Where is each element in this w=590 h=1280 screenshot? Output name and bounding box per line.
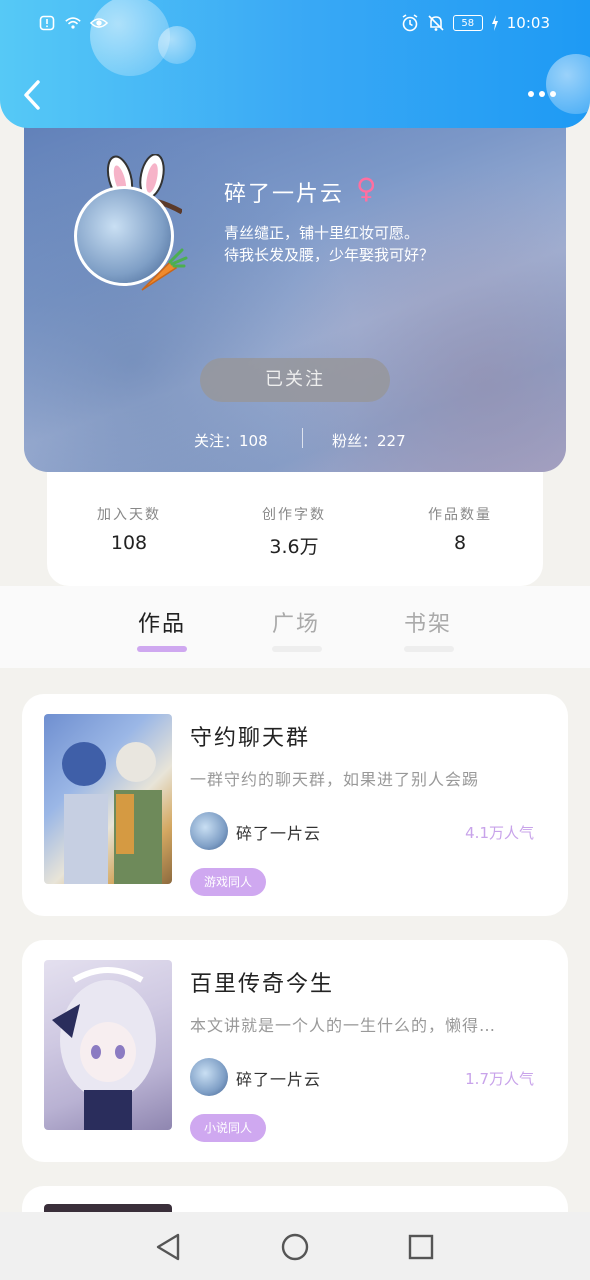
work-author: 碎了一片云: [236, 1070, 322, 1089]
battery-icon: 58: [452, 15, 483, 31]
profile-bio: 青丝缱正，铺十里红妆可愿。 待我长发及腰，少年娶我可好？: [224, 222, 434, 266]
bio-line: 待我长发及腰，少年娶我可好？: [224, 246, 435, 264]
fans-count[interactable]: 粉丝：227: [332, 430, 406, 451]
profile-username: 碎了一片云: [224, 182, 345, 207]
more-dots-icon: [539, 91, 545, 97]
alert-icon: [38, 14, 56, 32]
back-button[interactable]: [18, 76, 52, 114]
work-cover-image: [44, 960, 172, 1130]
chevron-left-icon: [18, 80, 48, 118]
work-description: 一群守约的聊天群，如果进了别人会踢: [190, 770, 480, 789]
author-avatar: [190, 812, 228, 850]
nav-recents-button[interactable]: [404, 1230, 438, 1264]
work-tag[interactable]: 游戏同人: [190, 868, 267, 896]
nav-back-button[interactable]: [152, 1230, 186, 1264]
tab-bookshelf[interactable]: 书架: [404, 606, 452, 638]
work-title: 百里传奇今生: [190, 972, 335, 997]
info-value: 108: [110, 532, 148, 554]
alarm-icon: [401, 14, 419, 32]
female-gender-icon: ♀: [356, 172, 377, 205]
info-word-count: 创作字数 3.6万: [224, 504, 364, 559]
carrot-icon: [141, 248, 188, 291]
eye-icon: [90, 14, 108, 32]
more-dots-icon: [528, 91, 534, 97]
work-popularity: 1.7万人气: [465, 1070, 534, 1088]
profile-card: 碎了一片云 ♀ 青丝缱正，铺十里红妆可愿。 待我长发及腰，少年娶我可好？ 已关注…: [24, 110, 566, 472]
work-description: 本文讲就是一个人的一生什么的，懒得…: [190, 1016, 497, 1035]
info-value: 8: [453, 532, 467, 554]
following-count[interactable]: 关注：108: [194, 430, 268, 451]
work-tag[interactable]: 小说同人: [190, 1114, 267, 1142]
work-card[interactable]: 百里传奇今生 本文讲就是一个人的一生什么的，懒得… 碎了一片云 1.7万人气 小…: [22, 940, 568, 1162]
author-avatar: [190, 1058, 228, 1096]
tab-works[interactable]: 作品: [138, 606, 186, 638]
tab-bar: 作品 广场 书架: [0, 586, 590, 668]
info-label: 创作字数: [262, 507, 326, 523]
top-header: 58 10:03: [0, 0, 590, 128]
active-tab-indicator: [137, 646, 187, 652]
work-cover-image: [44, 714, 172, 884]
work-title: 守约聊天群: [190, 726, 311, 751]
tab-indicator: [404, 646, 454, 652]
tab-indicator: [272, 646, 322, 652]
info-label: 加入天数: [97, 507, 161, 523]
status-time: 10:03: [506, 14, 550, 32]
info-panel: 加入天数 108 创作字数 3.6万 作品数量 8: [47, 470, 543, 586]
info-works-count: 作品数量 8: [390, 504, 530, 554]
info-label: 作品数量: [428, 507, 492, 523]
square-recents-icon: [408, 1234, 434, 1260]
follow-stats: 关注：108 粉丝：227: [24, 426, 566, 452]
mute-icon: [427, 14, 445, 32]
system-nav-bar: [0, 1212, 590, 1280]
work-author: 碎了一片云: [236, 824, 322, 843]
triangle-back-icon: [156, 1233, 180, 1261]
bio-line: 青丝缱正，铺十里红妆可愿。: [224, 224, 420, 242]
info-value: 3.6万: [269, 536, 319, 558]
nav-home-button[interactable]: [278, 1230, 312, 1264]
work-card[interactable]: 守约聊天群 一群守约的聊天群，如果进了别人会踢 碎了一片云 4.1万人气 游戏同…: [22, 694, 568, 916]
status-bar: 58 10:03: [0, 12, 590, 40]
tab-square[interactable]: 广场: [272, 606, 320, 638]
work-popularity: 4.1万人气: [465, 824, 534, 842]
avatar-frame[interactable]: [72, 150, 202, 291]
info-join-days: 加入天数 108: [59, 504, 199, 554]
followed-button[interactable]: 已关注: [200, 358, 390, 402]
more-dots-icon: [550, 91, 556, 97]
wifi-icon: [64, 14, 82, 32]
more-button[interactable]: [528, 84, 568, 104]
circle-home-icon: [281, 1233, 309, 1261]
divider: [302, 428, 303, 448]
charging-icon: [491, 14, 499, 32]
